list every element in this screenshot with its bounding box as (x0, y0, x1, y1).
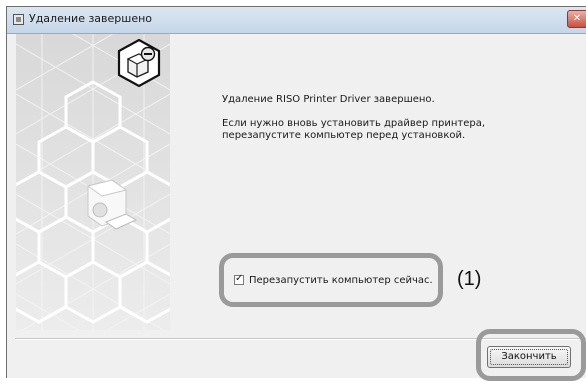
callout-number: (1) (457, 268, 482, 290)
finish-button-label: Закончить (501, 351, 557, 362)
window-app-icon (13, 14, 24, 25)
completion-message: Удаление RISO Printer Driver завершено. … (222, 94, 562, 142)
uninstall-complete-text: Удаление RISO Printer Driver завершено. (222, 94, 435, 105)
printer-uninstall-icon (117, 39, 161, 87)
restart-now-option[interactable]: Перезапустить компьютер сейчас. (234, 273, 433, 286)
finish-button[interactable]: Закончить (487, 346, 571, 368)
side-graphic-panel (16, 34, 170, 330)
reinstall-instructions-text: Если нужно вновь установить драйвер прин… (222, 118, 486, 141)
close-icon: ✕ (572, 13, 582, 24)
title-bar[interactable]: Удаление завершено ✕ (7, 7, 586, 34)
restart-now-label[interactable]: Перезапустить компьютер сейчас. (249, 275, 433, 286)
close-button[interactable]: ✕ (567, 10, 586, 28)
restart-now-checkbox[interactable] (234, 273, 244, 285)
window-title: Удаление завершено (29, 12, 153, 25)
